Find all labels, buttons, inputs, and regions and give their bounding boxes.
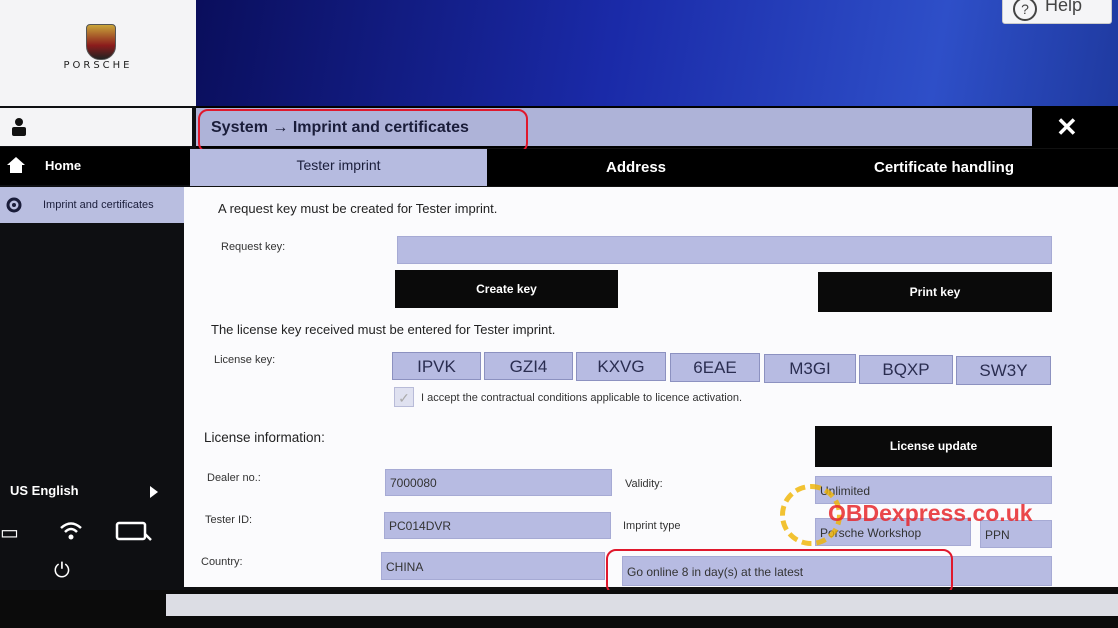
chevron-right-icon[interactable]: [150, 486, 158, 498]
tab-bar: Tester imprint Address Certificate handl…: [190, 149, 1118, 186]
top-banner: [196, 0, 1118, 106]
tester-id-label: Tester ID:: [205, 514, 253, 526]
tab-address[interactable]: Address: [490, 149, 782, 186]
request-instruction: A request key must be created for Tester…: [218, 201, 498, 216]
license-key-segment[interactable]: SW3Y: [956, 356, 1051, 385]
brand-name: PORSCHE: [63, 60, 133, 71]
help-label: Help: [1045, 0, 1083, 15]
country-field: CHINA: [381, 552, 605, 580]
license-update-button[interactable]: License update: [815, 426, 1052, 467]
license-info-heading: License information:: [204, 430, 325, 445]
user-icon: [12, 118, 26, 136]
license-instruction: The license key received must be entered…: [211, 322, 556, 337]
dealer-field: 7000080: [385, 469, 612, 496]
vci-device-icon: [115, 520, 153, 550]
language-selector[interactable]: US English: [10, 483, 79, 498]
close-icon[interactable]: ✕: [1056, 112, 1078, 143]
print-key-button[interactable]: Print key: [818, 272, 1052, 312]
sidebar-item-label: Home: [45, 158, 82, 173]
tab-tester-imprint[interactable]: Tester imprint: [190, 149, 487, 186]
tab-certificate-handling[interactable]: Certificate handling: [790, 149, 1098, 186]
sidebar-item-home[interactable]: Home: [0, 147, 190, 185]
taskbar: [166, 594, 1118, 616]
create-key-button[interactable]: Create key: [395, 270, 618, 308]
accept-checkbox[interactable]: ✓: [394, 387, 414, 407]
gear-icon: [6, 197, 22, 213]
license-key-segment[interactable]: M3GI: [764, 354, 856, 383]
watermark: OBDexpress.co.uk: [828, 500, 1033, 526]
sidebar-item-label: Imprint and certificates: [43, 199, 154, 211]
battery-icon: ▭: [0, 522, 19, 544]
license-key-segment[interactable]: 6EAE: [670, 353, 760, 382]
request-key-field[interactable]: [397, 236, 1052, 264]
license-key-segment[interactable]: BQXP: [859, 355, 953, 384]
home-icon: [7, 157, 25, 173]
annotation-online: [606, 549, 953, 595]
sidebar-item-imprint[interactable]: Imprint and certificates: [0, 187, 187, 223]
user-button[interactable]: [0, 108, 192, 146]
question-icon: ?: [1013, 0, 1037, 21]
imprint-type-label: Imprint type: [623, 520, 681, 532]
tester-id-field: PC014DVR: [384, 512, 611, 539]
annotation-title: [198, 109, 528, 153]
request-key-label: Request key:: [221, 241, 286, 253]
license-key-segment[interactable]: KXVG: [576, 352, 666, 381]
porsche-crest-icon: [86, 24, 116, 60]
license-key-segment[interactable]: GZI4: [484, 352, 573, 380]
power-icon[interactable]: ⏻: [54, 560, 70, 583]
validity-label: Validity:: [625, 478, 663, 490]
help-button[interactable]: ? Help: [1002, 0, 1112, 24]
dealer-label: Dealer no.:: [207, 472, 261, 484]
wifi-icon: [58, 518, 84, 548]
license-key-segment[interactable]: IPVK: [392, 352, 481, 380]
license-key-label: License key:: [214, 354, 276, 366]
accept-conditions-text: I accept the contractual conditions appl…: [421, 392, 743, 404]
country-label: Country:: [201, 556, 243, 568]
